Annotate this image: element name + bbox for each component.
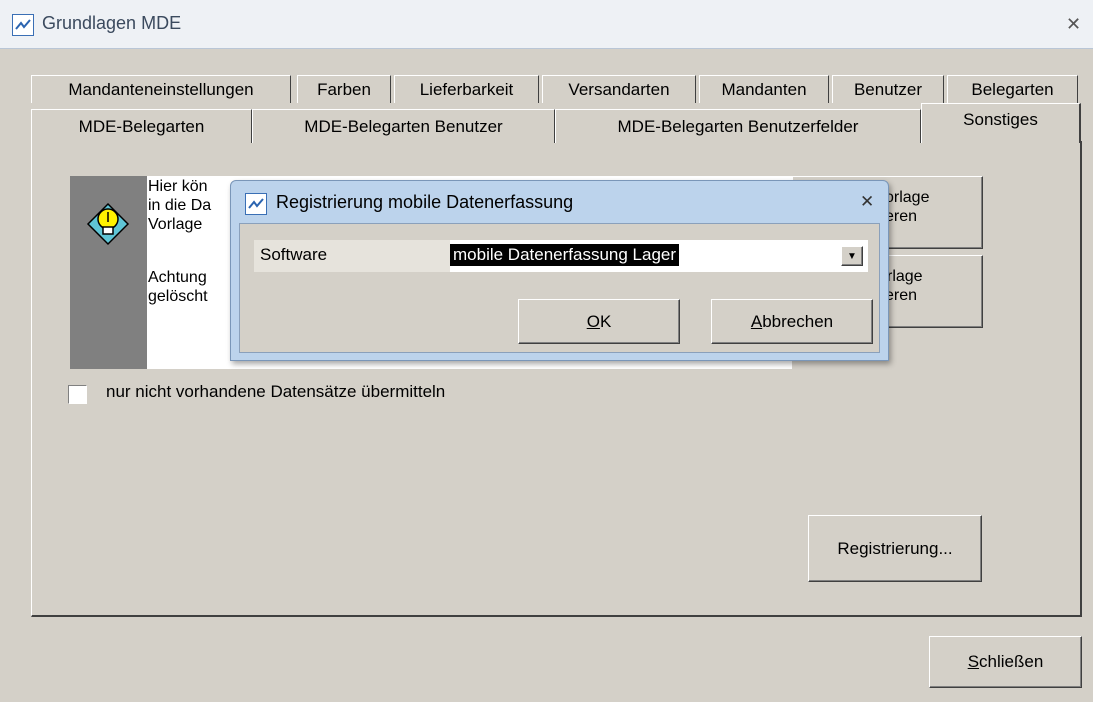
abbrechen-button[interactable]: Abbrechen (711, 299, 873, 344)
schliessen-mnemonic: S (967, 652, 980, 671)
software-select[interactable]: mobile Datenerfassung Lager ▼ (450, 240, 868, 272)
app-icon (12, 14, 34, 36)
checkbox[interactable] (68, 385, 87, 404)
tab-row-1: Mandanteneinstellungen Farben Lieferbark… (31, 75, 1081, 103)
abbrechen-label: bbrechen (762, 311, 834, 331)
schliessen-button[interactable]: Schließen (929, 636, 1082, 688)
software-label: Software (260, 245, 328, 264)
info-text-line-2: in die Da (148, 197, 212, 214)
tab-benutzer[interactable]: Benutzer (832, 75, 944, 103)
dialog-title: Registrierung mobile Datenerfassung (276, 192, 574, 212)
dialog-body: Software mobile Datenerfassung Lager ▼ O… (239, 223, 880, 353)
tab-mde-belegarten-benutzer[interactable]: MDE-Belegarten Benutzer (252, 109, 555, 143)
tab-mandanten[interactable]: Mandanten (699, 75, 829, 103)
tab-mde-belegarten-benutzerfelder[interactable]: MDE-Belegarten Benutzerfelder (555, 109, 921, 143)
info-text-line-5: gelöscht (148, 288, 208, 305)
software-select-value: mobile Datenerfassung Lager (450, 244, 680, 266)
vorlage-button-2-line-1: rlage (887, 268, 923, 285)
ok-mnemonic: O (586, 311, 600, 331)
info-text-line-1: Hier kön (148, 178, 208, 195)
registrierung-dialog: Registrierung mobile Datenerfassung ✕ So… (230, 180, 889, 361)
close-icon[interactable]: ✕ (1066, 14, 1088, 34)
ok-button[interactable]: OK (518, 299, 680, 344)
window-title: Grundlagen MDE (42, 13, 182, 33)
tab-belegarten[interactable]: Belegarten (947, 75, 1078, 103)
tab-mde-belegarten[interactable]: MDE-Belegarten (31, 109, 252, 143)
main-title-bar: Grundlagen MDE ✕ (0, 0, 1093, 49)
dialog-close-icon[interactable]: ✕ (860, 192, 880, 212)
vorlage-button-1-line-1: orlage (885, 189, 930, 206)
info-text-line-4: Achtung (148, 269, 207, 286)
tab-versandarten[interactable]: Versandarten (542, 75, 696, 103)
lightbulb-icon (82, 198, 134, 250)
chevron-down-icon[interactable]: ▼ (841, 246, 863, 266)
schliessen-label: chließen (979, 652, 1044, 671)
dialog-app-icon (245, 193, 267, 215)
info-text-line-3: Vorlage (148, 216, 203, 233)
ok-label: K (599, 311, 612, 331)
tab-sonstiges[interactable]: Sonstiges (921, 103, 1081, 143)
tab-mandanteneinstellungen[interactable]: Mandanteneinstellungen (31, 75, 291, 103)
abbrechen-mnemonic: A (750, 311, 763, 331)
tab-lieferbarkeit[interactable]: Lieferbarkeit (394, 75, 539, 103)
tab-row-2: MDE-Belegarten MDE-Belegarten Benutzer M… (31, 103, 1086, 143)
vorlage-button-1-line-2: eren (885, 208, 918, 225)
tab-farben[interactable]: Farben (297, 75, 391, 103)
checkbox-label: nur nicht vorhandene Datensätze übermitt… (106, 382, 446, 401)
vorlage-button-2-line-2: eren (885, 287, 918, 304)
registrierung-button[interactable]: Registrierung... (808, 515, 982, 582)
